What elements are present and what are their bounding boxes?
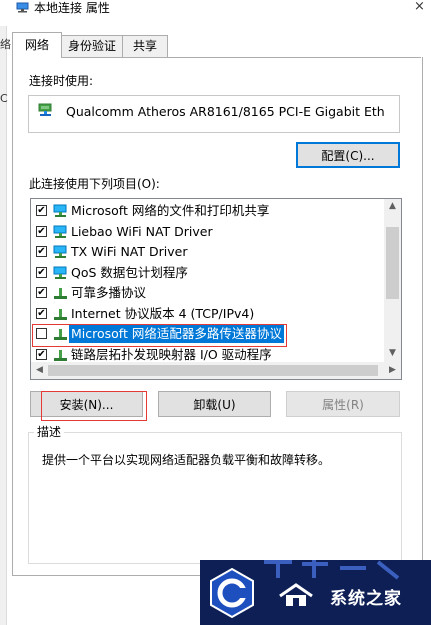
background-window-text: 络 <box>0 38 11 51</box>
tab-authentication[interactable]: 身份验证 <box>61 35 123 57</box>
protocol-icon <box>54 349 67 361</box>
list-item[interactable]: ✔ Liebao WiFi NAT Driver <box>31 222 386 242</box>
configure-button[interactable]: 配置(C)... <box>296 142 400 168</box>
horizontal-scrollbar[interactable]: ◀ ▶ <box>31 362 401 379</box>
highlight-box-selected-item <box>32 324 287 347</box>
item-label: QoS 数据包计划程序 <box>71 264 188 280</box>
watermark-logo-icon <box>210 567 254 619</box>
item-label: 链路层拓扑发现映射器 I/O 驱动程序 <box>71 346 272 362</box>
close-icon[interactable]: × <box>414 0 425 14</box>
protocol-icon <box>54 308 67 320</box>
properties-button: 属性(R) <box>286 391 400 417</box>
item-label: 可靠多播协议 <box>71 285 147 300</box>
list-item[interactable]: ✔ TX WiFi NAT Driver <box>31 242 386 262</box>
horizontal-scroll-thumb[interactable] <box>48 365 378 376</box>
item-checkbox[interactable]: ✔ <box>36 205 47 216</box>
background-window-text: C <box>0 92 8 105</box>
adapter-name: Qualcomm Atheros AR8161/8165 PCI-E Gigab… <box>66 104 384 119</box>
item-label: Liebao WiFi NAT Driver <box>71 223 213 239</box>
highlight-box-install <box>41 391 147 421</box>
network-adapter-icon <box>38 103 52 116</box>
network-service-icon <box>53 266 67 279</box>
connect-using-label: 连接时使用: <box>29 74 94 88</box>
vertical-scroll-thumb[interactable] <box>386 227 399 299</box>
scroll-left-icon[interactable]: ◀ <box>31 365 48 375</box>
tab-sharing[interactable]: 共享 <box>122 35 168 57</box>
scroll-down-icon[interactable]: ▼ <box>384 348 401 358</box>
item-checkbox[interactable]: ✔ <box>36 348 47 360</box>
list-item[interactable]: ✔ QoS 数据包计划程序 <box>31 263 386 283</box>
scroll-right-icon[interactable]: ▶ <box>384 365 401 375</box>
item-checkbox[interactable]: ✔ <box>36 225 47 237</box>
items-label: 此连接使用下列项目(O): <box>29 177 160 191</box>
list-item[interactable]: ✔ Internet 协议版本 4 (TCP/IPv4) <box>31 304 386 324</box>
network-service-icon <box>53 225 67 238</box>
item-checkbox[interactable]: ✔ <box>36 266 47 278</box>
description-label: 描述 <box>34 424 65 440</box>
background-window-edge <box>0 26 7 625</box>
tab-strip-line <box>12 57 421 58</box>
vertical-scrollbar[interactable]: ▲ ▼ <box>384 199 401 362</box>
item-checkbox[interactable]: ✔ <box>36 246 47 257</box>
list-item[interactable]: ✔ 可靠多播协议 <box>31 283 386 303</box>
protocol-icon <box>54 288 67 299</box>
window-title: 本地连接 属性 <box>34 1 110 15</box>
item-label: TX WiFi NAT Driver <box>71 244 188 259</box>
item-label: Microsoft 网络的文件和打印机共享 <box>71 203 270 218</box>
scroll-up-icon[interactable]: ▲ <box>384 201 401 211</box>
item-label: Internet 协议版本 4 (TCP/IPv4) <box>71 305 255 321</box>
watermark-text: 系统之家 <box>330 589 402 609</box>
tab-network[interactable]: 网络 <box>12 32 62 59</box>
items-list[interactable]: ✔ Microsoft 网络的文件和打印机共享 ✔ Liebao WiFi NAT D… <box>30 198 402 380</box>
uninstall-button[interactable]: 卸载(U) <box>158 391 271 417</box>
description-text: 提供一个平台以实现网络适配器负载平衡和故障转移。 <box>42 453 331 467</box>
item-checkbox[interactable]: ✔ <box>36 287 47 298</box>
network-service-icon <box>53 204 67 217</box>
watermark-house-icon <box>279 583 313 606</box>
item-checkbox[interactable]: ✔ <box>36 307 47 319</box>
list-item[interactable]: ✔ Microsoft 网络的文件和打印机共享 <box>31 201 386 221</box>
network-connection-icon <box>16 2 29 13</box>
network-service-icon <box>53 245 67 258</box>
